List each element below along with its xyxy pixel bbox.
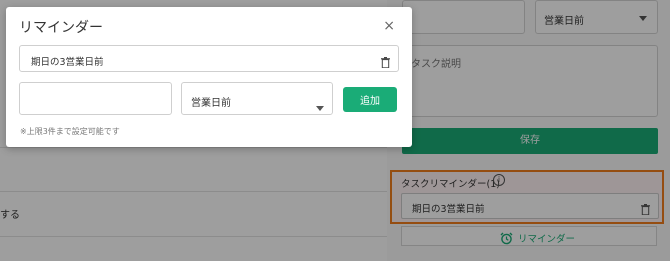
add-button[interactable]: 追加 (343, 87, 397, 112)
chevron-down-icon (316, 96, 324, 115)
close-icon[interactable]: × (383, 19, 395, 33)
limit-note: ※上限3件まで設定可能です (20, 127, 120, 136)
unit-select[interactable]: 営業日前 (181, 82, 333, 115)
unit-select-value: 営業日前 (191, 98, 231, 109)
days-input[interactable] (19, 82, 172, 115)
trash-icon[interactable] (381, 53, 390, 72)
dialog-title: リマインダー (19, 20, 103, 36)
existing-reminder-text: 期日の3営業日前 (31, 57, 104, 68)
reminder-dialog: リマインダー × 期日の3営業日前 営業日前 追加 ※上限3件まで設定可能です (6, 7, 412, 147)
existing-reminder-item: 期日の3営業日前 (19, 45, 399, 72)
